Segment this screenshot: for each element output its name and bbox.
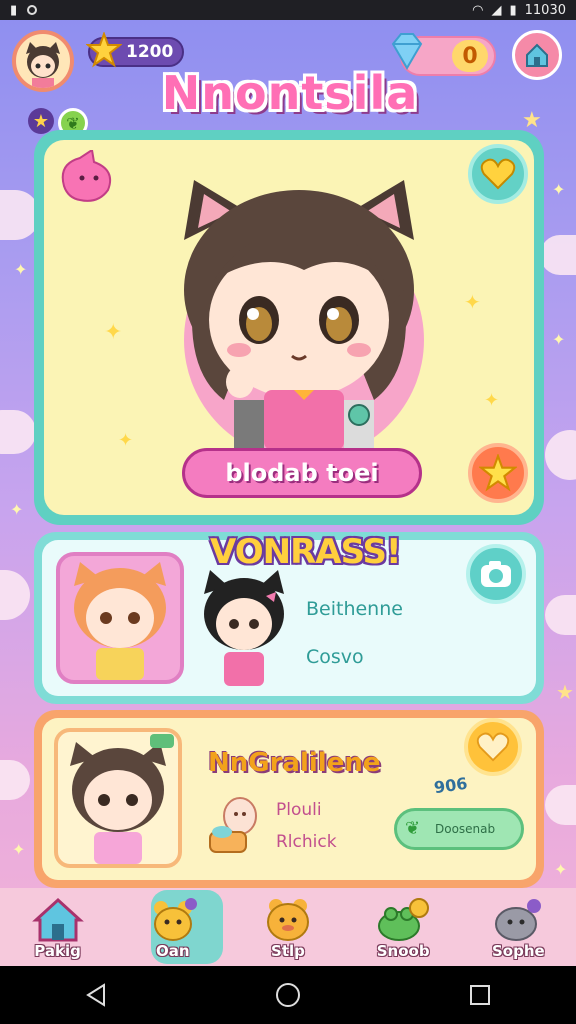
- pet-care-action-button[interactable]: ❦ Doosenab: [394, 808, 524, 850]
- cloud-decoration: [540, 235, 576, 275]
- notification-icon: ▮: [10, 2, 18, 18]
- bear-icon: [153, 898, 197, 941]
- star-icon: [479, 454, 517, 492]
- coin-star-icon: [86, 32, 122, 68]
- achievement-star-icon[interactable]: ★: [28, 108, 54, 134]
- star-rating-button[interactable]: [468, 443, 528, 503]
- sparkle-icon: ✦: [552, 180, 566, 199]
- sync-icon: [27, 5, 38, 15]
- orange-hair-character-icon: [74, 562, 166, 680]
- camera-button[interactable]: [466, 544, 526, 604]
- tab-seal[interactable]: Sophe: [468, 888, 568, 966]
- player-avatar[interactable]: [12, 30, 74, 92]
- sparkle-icon: ✦: [464, 290, 481, 314]
- cloud-decoration: [545, 785, 576, 825]
- friends-card-line2: Cosvo: [306, 646, 364, 668]
- friend-portrait-black-hair[interactable]: [194, 566, 294, 686]
- pet-care-line1: Plouli: [276, 800, 322, 820]
- back-button[interactable]: [66, 975, 126, 1015]
- avatar-face-icon: [26, 42, 60, 88]
- pet-care-line2: Rlchick: [276, 832, 337, 852]
- pet-care-portrait[interactable]: [54, 728, 182, 868]
- friends-card-title: VONRASS!: [210, 532, 402, 572]
- cloud-decoration: [0, 410, 36, 454]
- home-icon: [31, 897, 84, 942]
- cloud-decoration: [545, 595, 576, 635]
- tab-seal-label: Sophe: [491, 942, 545, 960]
- sparkle-icon: ✦: [12, 840, 26, 859]
- sparkle-icon: ★: [556, 680, 574, 704]
- frog-icon: [378, 898, 430, 941]
- food-basket-icon: [209, 797, 257, 853]
- recents-square-icon: [470, 985, 490, 1005]
- gem-count: 0: [452, 40, 488, 72]
- pet-care-badge: 906: [432, 773, 469, 798]
- status-time: 11030: [524, 2, 566, 18]
- pet-care-heart-button[interactable]: [464, 718, 522, 776]
- tab-pet[interactable]: Stlp: [238, 888, 338, 966]
- hero-card-inner: ✦ ✦ ✦ ✦ blodab toei: [44, 140, 534, 515]
- tab-frog[interactable]: Snoob: [353, 888, 453, 966]
- friends-card-inner: VONRASS! Beithenne Cosvo: [42, 532, 536, 696]
- back-triangle-icon: [86, 983, 105, 1007]
- home-button[interactable]: [512, 30, 562, 80]
- character-hero-card: ✦ ✦ ✦ ✦ blodab toei: [34, 130, 544, 525]
- sparkle-icon: ✦: [118, 430, 134, 451]
- home-nav-button[interactable]: [258, 975, 318, 1015]
- pet-care-card-inner: NnGralilene Plouli Rlchick 906 ❦ Doosena…: [42, 718, 536, 880]
- sparkle-icon: ✦: [14, 260, 28, 279]
- pet-care-card[interactable]: NnGralilene Plouli Rlchick 906 ❦ Doosena…: [34, 710, 544, 888]
- seal-icon: [495, 899, 542, 941]
- pet-icon: [266, 899, 309, 941]
- sparkle-icon: ✦: [554, 860, 568, 879]
- signal-icon: ◢: [491, 2, 502, 18]
- cloud-decoration: [0, 760, 30, 800]
- friends-card-line1: Beithenne: [306, 598, 403, 620]
- house-icon: [526, 43, 548, 67]
- heart-icon: [480, 158, 516, 190]
- recents-button[interactable]: [450, 975, 510, 1015]
- pet-care-action-label: Doosenab: [435, 822, 496, 836]
- friends-card[interactable]: VONRASS! Beithenne Cosvo: [34, 532, 544, 704]
- app-title: Nnontsila: [161, 66, 419, 120]
- tab-bear-label: Oan: [156, 942, 190, 960]
- wifi-icon: ◠: [472, 2, 484, 18]
- leaf-icon: ❦: [405, 818, 421, 839]
- camera-icon: [481, 561, 511, 587]
- brown-hair-character-icon: [70, 734, 174, 864]
- app-screen: ▮ ◠ ◢ ▮ 11030 ★ ✦ ✦ ✦ ✦ ★ ✦ ✦ 1200 0 Nno…: [0, 0, 576, 1024]
- heart-icon: [476, 732, 510, 762]
- sparkle-icon: ✦: [10, 500, 24, 519]
- sparkle-icon: ✦: [484, 390, 500, 411]
- sparkle-icon: ✦: [104, 320, 123, 345]
- pet-care-title: NnGralilene: [208, 748, 381, 778]
- cloud-decoration: [545, 430, 576, 480]
- bottom-tab-bar: Pakig Oan Stlp Snoob Sophe: [0, 888, 576, 966]
- favorite-heart-button[interactable]: [468, 144, 528, 204]
- pet-blob-icon[interactable]: [58, 150, 118, 206]
- cloud-decoration: [0, 570, 30, 620]
- sparkle-icon: ★: [522, 108, 542, 133]
- tab-pet-label: Stlp: [271, 942, 305, 960]
- friend-portrait-orange[interactable]: [56, 552, 184, 684]
- home-circle-icon: [276, 983, 300, 1007]
- tab-frog-label: Snoob: [376, 942, 430, 960]
- status-bar: ▮ ◠ ◢ ▮ 11030: [0, 0, 576, 20]
- tab-home[interactable]: Pakig: [8, 888, 108, 966]
- character-name-plate[interactable]: blodab toei: [182, 448, 422, 498]
- sparkle-icon: ✦: [552, 330, 566, 349]
- battery-icon: ▮: [509, 2, 517, 18]
- system-nav-bar: [0, 966, 576, 1024]
- tab-bear[interactable]: Oan: [123, 888, 223, 966]
- tab-home-label: Pakig: [34, 942, 81, 960]
- main-character-illustration[interactable]: [154, 170, 444, 450]
